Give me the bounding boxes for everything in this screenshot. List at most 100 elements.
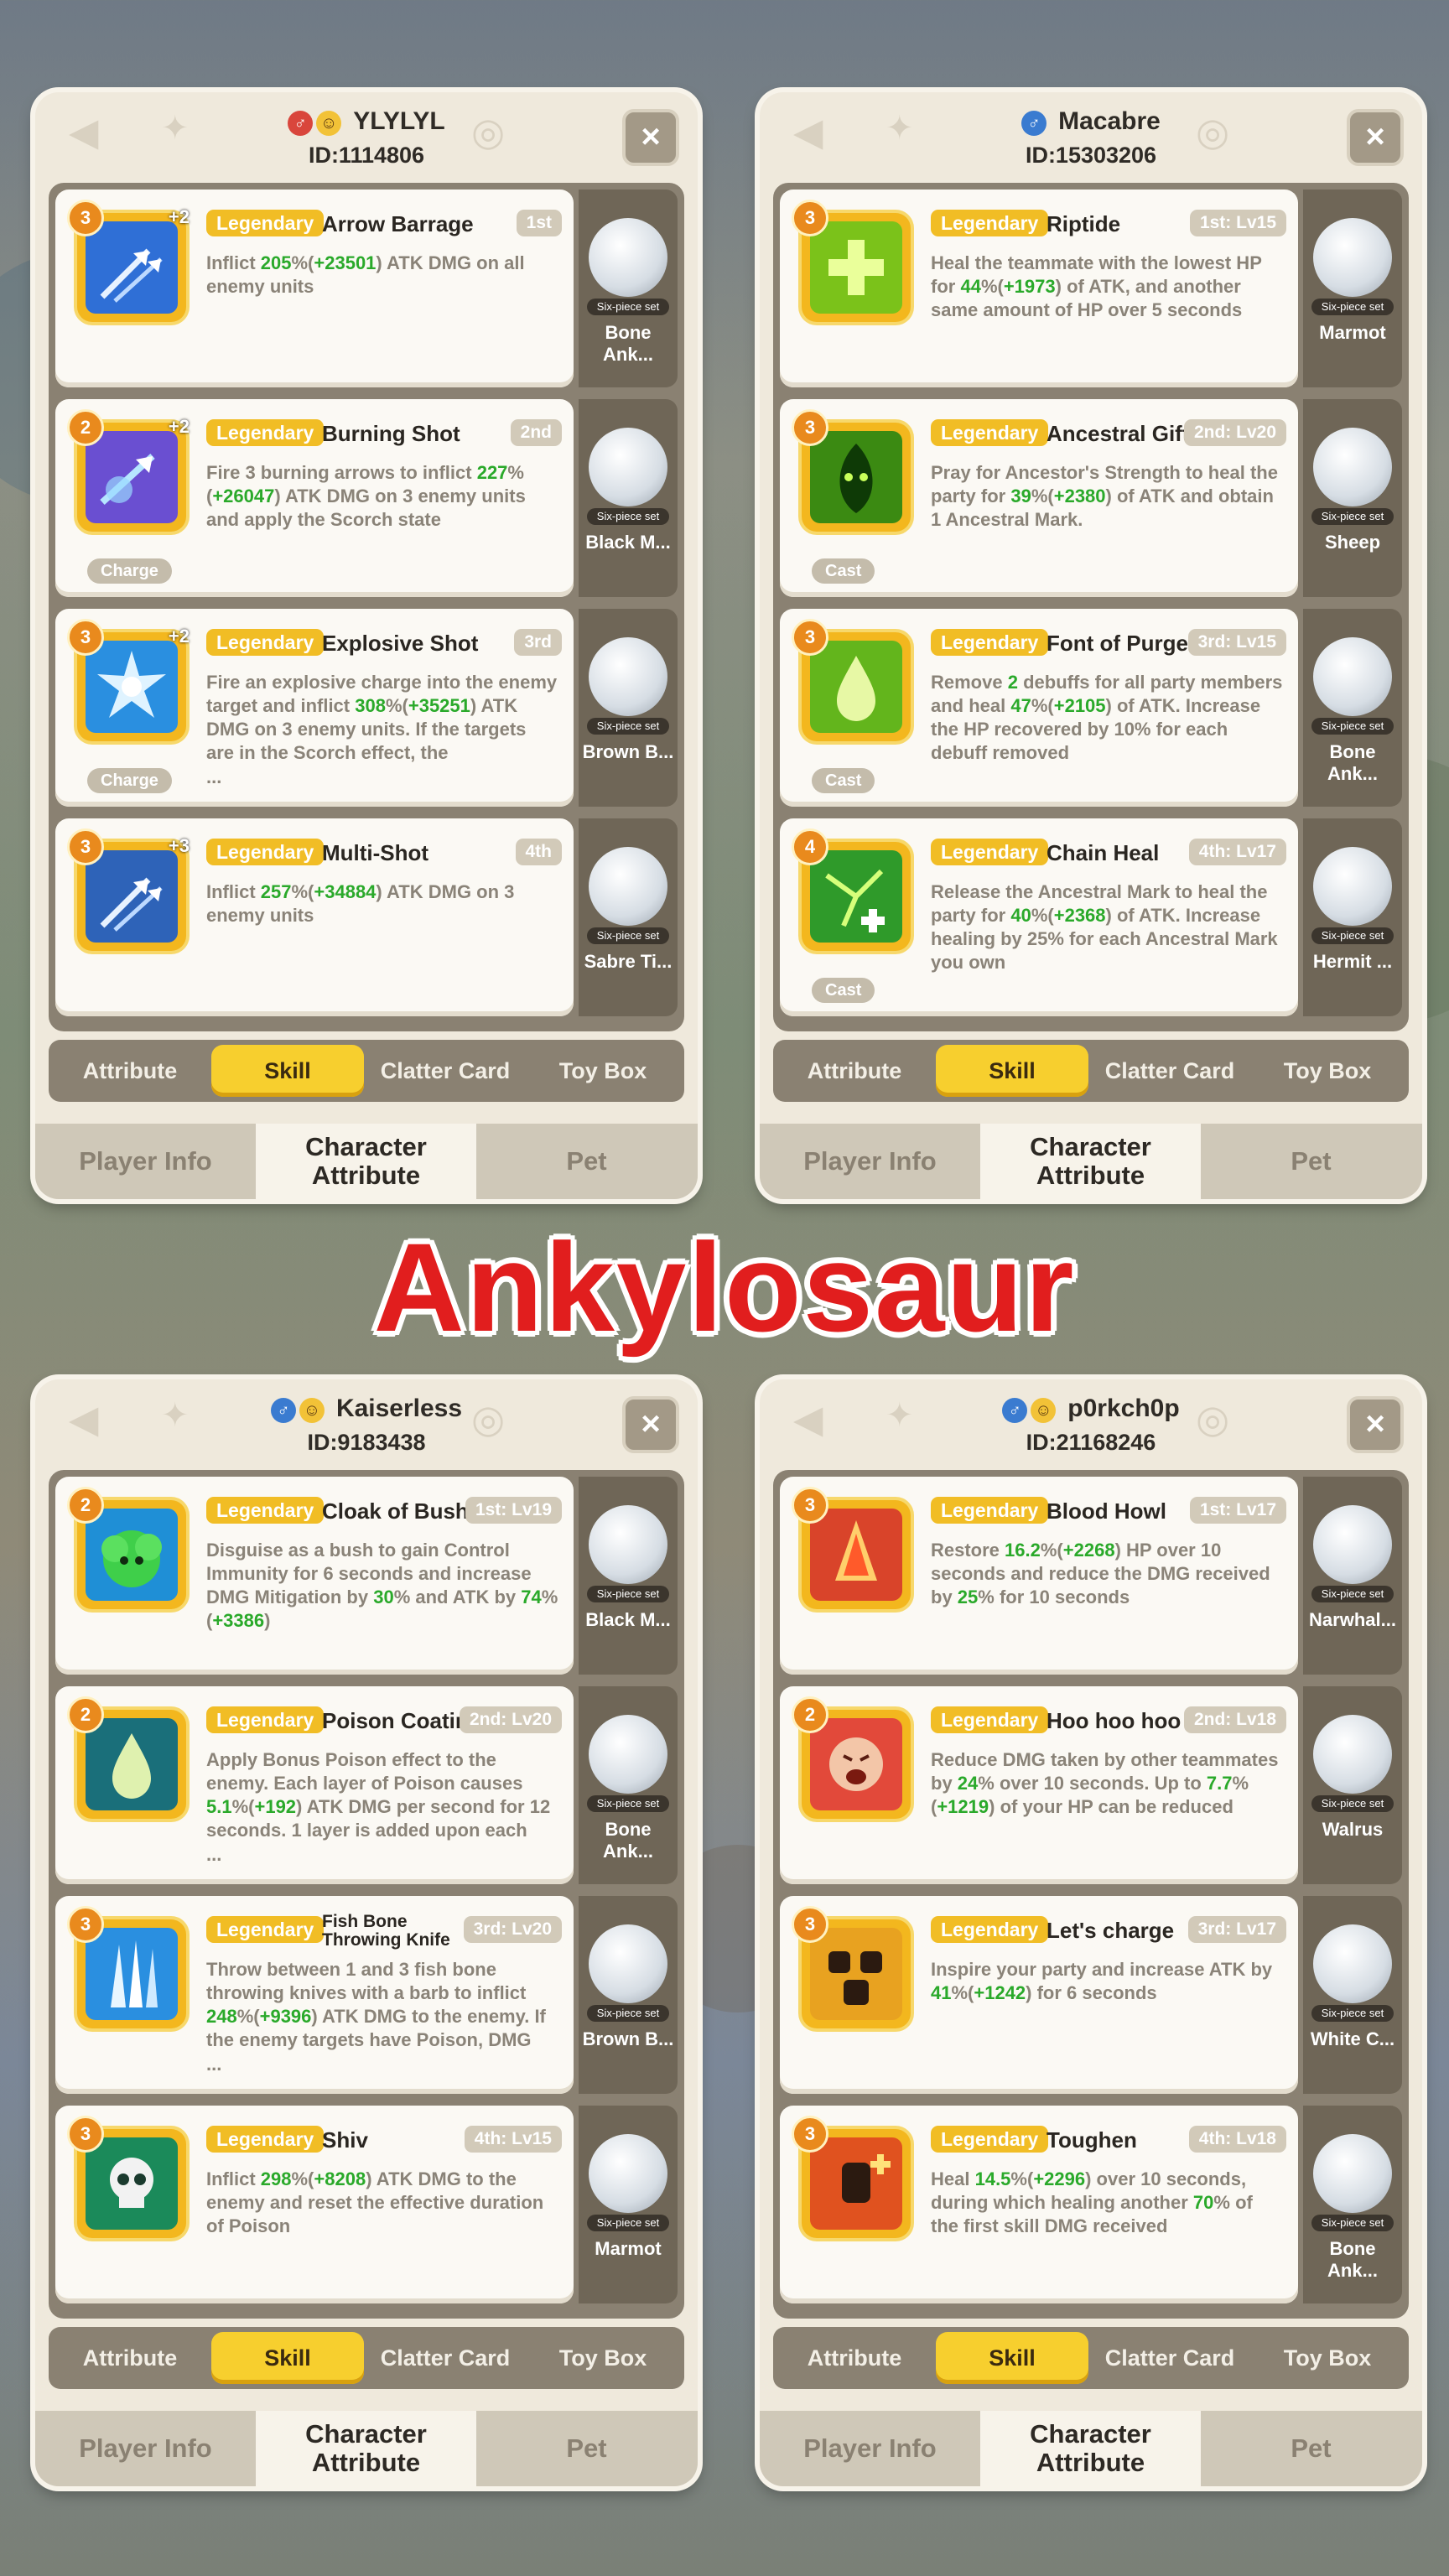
skill-card[interactable]: 3 Legendary Toughen 4th: Lv18 Heal 14.5%…	[780, 2106, 1298, 2303]
tab-toy-box[interactable]: Toy Box	[527, 2332, 679, 2384]
skill-level-badge: 3	[792, 1487, 828, 1524]
pet-slot[interactable]: Six-piece set Bone Ank...	[1303, 2106, 1402, 2303]
description-ellipsis: ...	[206, 766, 222, 787]
skill-icon-frame[interactable]: 3	[792, 619, 911, 741]
tab-clatter-card[interactable]: Clatter Card	[1093, 1045, 1246, 1097]
pet-slot[interactable]: Six-piece set Narwhal...	[1303, 1477, 1402, 1675]
tab-skill[interactable]: Skill	[936, 1045, 1088, 1097]
skill-icon-frame[interactable]: 3	[67, 2116, 186, 2238]
tab-toy-box[interactable]: Toy Box	[1251, 1045, 1404, 1097]
skill-icon-frame[interactable]: 3	[792, 1487, 911, 1609]
pet-slot[interactable]: Six-piece set Brown B...	[579, 609, 678, 807]
tab-skill[interactable]: Skill	[211, 1045, 364, 1097]
skill-icon-frame[interactable]: 2	[67, 1696, 186, 1819]
pet-slot[interactable]: Six-piece set Black M...	[579, 1477, 678, 1675]
skill-card[interactable]: 3 Legendary Let's charge 3rd: Lv17 Inspi…	[780, 1896, 1298, 2094]
pet-slot[interactable]: Six-piece set Bone Ank...	[1303, 609, 1402, 807]
skill-card[interactable]: 2 +2 Charge Legendary Burning Shot 2nd F…	[55, 399, 574, 597]
skill-order-badge: 3rd: Lv20	[463, 1916, 562, 1943]
close-button[interactable]: ×	[1347, 1396, 1404, 1453]
pet-slot[interactable]: Six-piece set Bone Ank...	[579, 190, 678, 387]
close-button[interactable]: ×	[1347, 109, 1404, 166]
tab-clatter-card[interactable]: Clatter Card	[1093, 2332, 1246, 2384]
nav-pet[interactable]: Pet	[1201, 1124, 1421, 1199]
tab-clatter-card[interactable]: Clatter Card	[369, 2332, 522, 2384]
skill-value: +8208	[314, 2168, 366, 2189]
skill-list: 3 Legendary Blood Howl 1st: Lv17 Restore…	[773, 1470, 1409, 2319]
nav-character-attribute[interactable]: Character Attribute	[256, 2411, 476, 2486]
tab-attribute[interactable]: Attribute	[54, 2332, 206, 2384]
skill-icon-frame[interactable]: 3	[792, 200, 911, 322]
pet-set-label: Six-piece set	[587, 508, 669, 525]
pet-slot[interactable]: Six-piece set Marmot	[579, 2106, 678, 2303]
pet-avatar-icon	[1313, 1924, 1392, 2003]
skill-icon-frame[interactable]: 3	[67, 1906, 186, 2028]
nav-player-info[interactable]: Player Info	[760, 1124, 980, 1199]
skill-icon-frame[interactable]: 2	[792, 1696, 911, 1819]
pet-slot[interactable]: Six-piece set Walrus	[1303, 1686, 1402, 1884]
skill-icon-frame[interactable]: 3 +2	[67, 619, 190, 741]
tab-skill[interactable]: Skill	[936, 2332, 1088, 2384]
skill-value: 227	[476, 462, 508, 483]
skill-icon-frame[interactable]: 3	[792, 1906, 911, 2028]
skill-icon-frame[interactable]: 3 +2	[67, 200, 190, 322]
tab-toy-box[interactable]: Toy Box	[1251, 2332, 1404, 2384]
skill-name: Multi-Shot	[322, 840, 429, 865]
nav-player-info[interactable]: Player Info	[35, 2411, 256, 2486]
skill-desc-text: Throw between 1 and 3 fish bone throwing…	[206, 1959, 527, 2003]
skill-card[interactable]: 4 Cast Legendary Chain Heal 4th: Lv17 Re…	[780, 818, 1298, 1016]
skill-icon-frame[interactable]: 3	[792, 409, 911, 532]
nav-character-attribute[interactable]: Character Attribute	[256, 1124, 476, 1199]
skill-type-tag: Cast	[812, 978, 875, 1003]
nav-pet[interactable]: Pet	[1201, 2411, 1421, 2486]
pet-slot[interactable]: Six-piece set Black M...	[579, 399, 678, 597]
skill-card[interactable]: 3 Legendary Blood Howl 1st: Lv17 Restore…	[780, 1477, 1298, 1675]
pet-slot[interactable]: Six-piece set Marmot	[1303, 190, 1402, 387]
skill-icon-frame[interactable]: 2	[67, 1487, 186, 1609]
skill-description: Inflict 257%(+34884) ATK DMG on 3 enemy …	[206, 880, 558, 927]
tab-toy-box[interactable]: Toy Box	[527, 1045, 679, 1097]
tab-clatter-card[interactable]: Clatter Card	[369, 1045, 522, 1097]
skill-icon-frame[interactable]: 4	[792, 828, 911, 951]
nav-character-attribute[interactable]: Character Attribute	[980, 2411, 1201, 2486]
tab-attribute[interactable]: Attribute	[778, 2332, 931, 2384]
nav-player-info[interactable]: Player Info	[35, 1124, 256, 1199]
skill-icon-frame[interactable]: 2 +2	[67, 409, 190, 532]
skill-card[interactable]: 3 Legendary Riptide 1st: Lv15 Heal the t…	[780, 190, 1298, 387]
pet-name: Marmot	[595, 2238, 662, 2259]
pet-slot[interactable]: Six-piece set Sabre Ti...	[579, 818, 678, 1016]
player-skill-panel: ◀ ✦ ◎ ♂ ☺ p0rkch0p ID:21168246 × 3 Legenda…	[760, 1379, 1422, 2486]
tab-attribute[interactable]: Attribute	[54, 1045, 206, 1097]
skill-card[interactable]: 3 +3 Legendary Multi-Shot 4th Inflict 25…	[55, 818, 574, 1016]
pet-slot[interactable]: Six-piece set Hermit ...	[1303, 818, 1402, 1016]
skill-card[interactable]: 3 +2 Charge Legendary Explosive Shot 3rd…	[55, 609, 574, 807]
skill-order-badge: 1st: Lv17	[1189, 1497, 1286, 1524]
skill-card[interactable]: 3 Legendary Shiv 4th: Lv15 Inflict 298%(…	[55, 2106, 574, 2303]
skill-card[interactable]: 3 Cast Legendary Font of Purge 3rd: Lv15…	[780, 609, 1298, 807]
pet-slot[interactable]: Six-piece set Brown B...	[579, 1896, 678, 2094]
skill-list: 3 Legendary Riptide 1st: Lv15 Heal the t…	[773, 183, 1409, 1031]
skill-card[interactable]: 2 Legendary Hoo hoo hoo 2nd: Lv18 Reduce…	[780, 1686, 1298, 1884]
skill-level-badge: 2	[67, 1487, 104, 1524]
nav-pet[interactable]: Pet	[476, 2411, 697, 2486]
skill-icon-frame[interactable]: 3 +3	[67, 828, 190, 951]
pet-slot[interactable]: Six-piece set Bone Ank...	[579, 1686, 678, 1884]
skill-card[interactable]: 3 Legendary Fish Bone Throwing Knife 3rd…	[55, 1896, 574, 2094]
pet-slot[interactable]: Six-piece set Sheep	[1303, 399, 1402, 597]
skill-card[interactable]: 2 Legendary Cloak of Bush 1st: Lv19 Disg…	[55, 1477, 574, 1675]
skill-icon-frame[interactable]: 3	[792, 2116, 911, 2238]
close-button[interactable]: ×	[622, 1396, 679, 1453]
skill-card[interactable]: 3 +2 Legendary Arrow Barrage 1st Inflict…	[55, 190, 574, 387]
nav-character-attribute[interactable]: Character Attribute	[980, 1124, 1201, 1199]
pet-name: Walrus	[1322, 1819, 1384, 1840]
pet-slot[interactable]: Six-piece set White C...	[1303, 1896, 1402, 2094]
tab-attribute[interactable]: Attribute	[778, 1045, 931, 1097]
nav-pet[interactable]: Pet	[476, 1124, 697, 1199]
skill-desc-text: %(	[1010, 2168, 1034, 2189]
skill-description: Inflict 298%(+8208) ATK DMG to the enemy…	[206, 2168, 558, 2238]
skill-card[interactable]: 3 Cast Legendary Ancestral Gift 2nd: Lv2…	[780, 399, 1298, 597]
nav-player-info[interactable]: Player Info	[760, 2411, 980, 2486]
close-button[interactable]: ×	[622, 109, 679, 166]
skill-card[interactable]: 2 Legendary Poison Coating 2nd: Lv20 App…	[55, 1686, 574, 1884]
tab-skill[interactable]: Skill	[211, 2332, 364, 2384]
